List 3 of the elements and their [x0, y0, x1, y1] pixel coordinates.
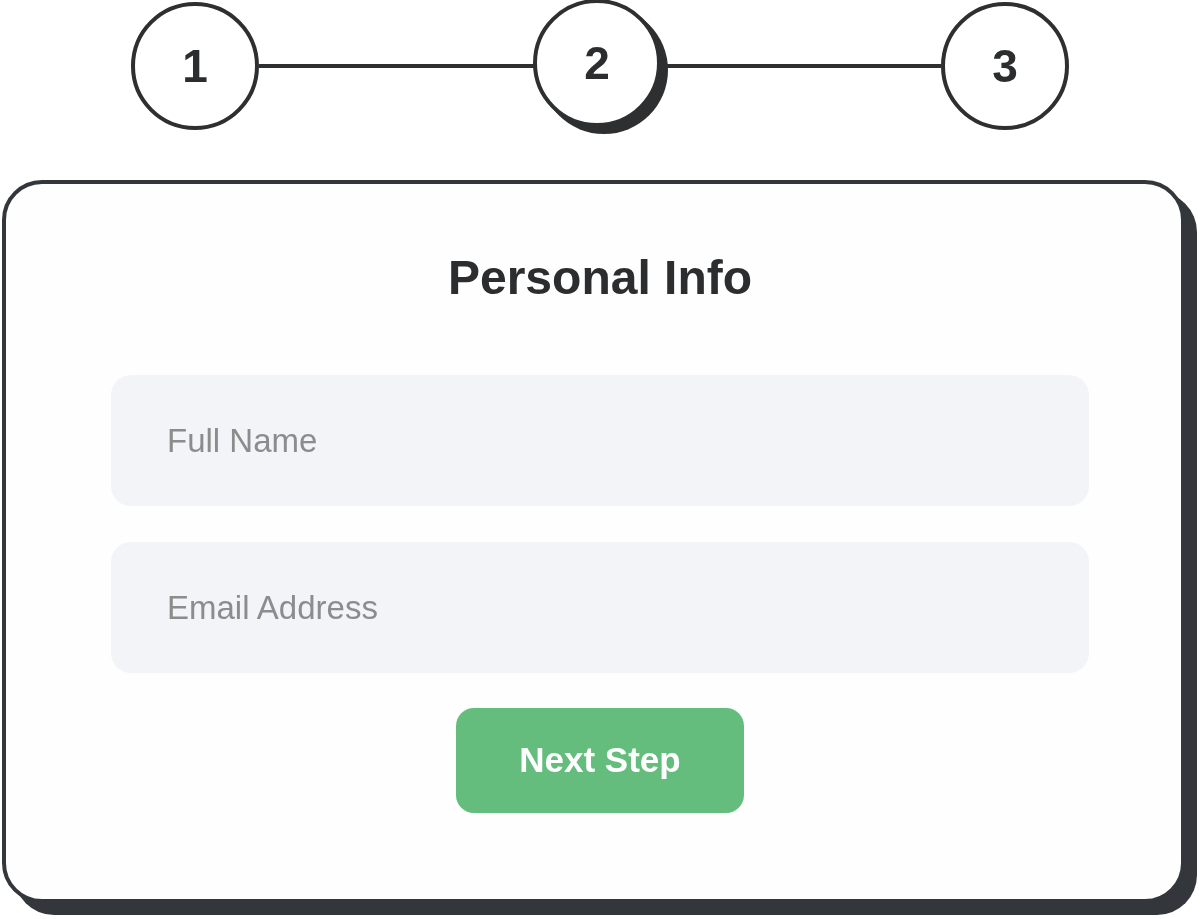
form-title: Personal Info	[447, 250, 753, 306]
input-field[interactable]: Full Name	[111, 375, 1089, 506]
input-field[interactable]: Email Address	[111, 542, 1089, 673]
